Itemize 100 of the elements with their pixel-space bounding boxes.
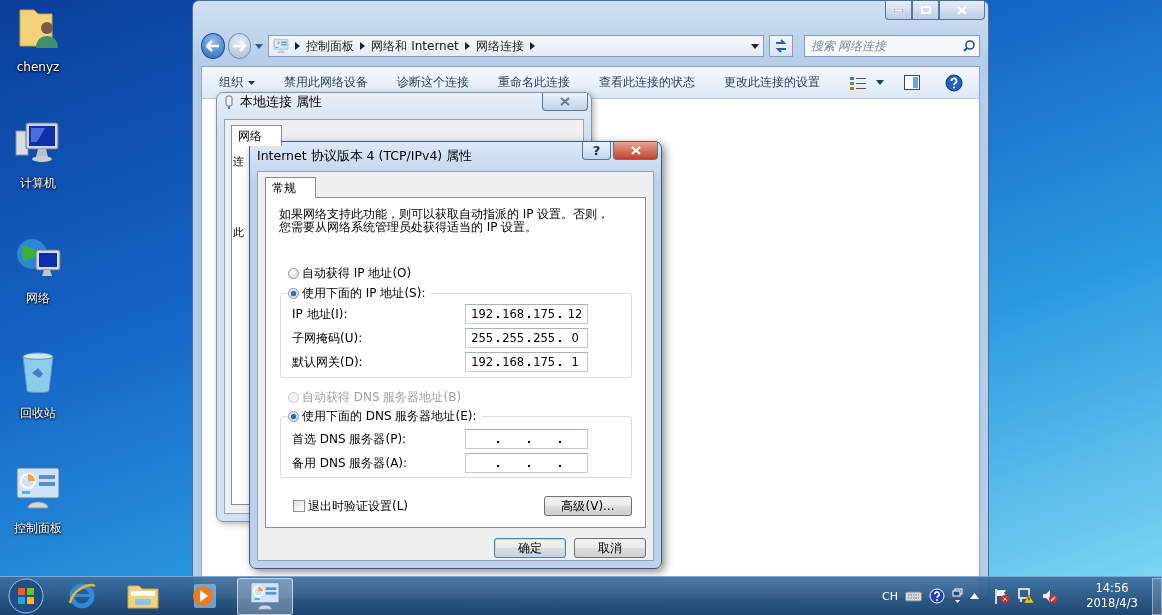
start-orb-icon (8, 578, 44, 614)
close-icon (559, 97, 571, 106)
close-button[interactable] (939, 1, 985, 20)
windows-stack-icon (952, 588, 963, 604)
flag-error-icon (994, 588, 1010, 604)
ip-address-field[interactable]: 255 255 255 0 (464, 328, 588, 348)
arrow-left-icon (205, 40, 220, 52)
caret-icon (876, 80, 884, 85)
label: 此 (233, 225, 244, 240)
language-indicator[interactable]: CH (882, 589, 898, 603)
desktop-icon-label[interactable]: 控制面板 (14, 520, 62, 537)
dialog-button[interactable]: 确定 (494, 538, 566, 558)
desktop-icon-label[interactable]: 网络 (26, 290, 50, 307)
search-field[interactable]: 搜索 网络连接 (804, 35, 980, 57)
preview-pane-button[interactable] (904, 75, 920, 90)
arrow-right-icon (232, 40, 247, 52)
clock-date: 2018/4/3 (1086, 596, 1138, 611)
checkbox-label: 退出时验证设置(L) (308, 497, 409, 515)
action-center-button[interactable] (994, 588, 1010, 604)
dialog-title: 本地连接 属性 (240, 94, 322, 111)
pane-icon (904, 75, 920, 90)
clock[interactable]: 14:56 2018/4/3 (1079, 581, 1145, 611)
caret-icon (751, 43, 760, 49)
toolbar-button[interactable]: 查看此连接的状态 (593, 70, 701, 95)
desktop-icon-label[interactable]: chenyz (16, 60, 60, 74)
advanced-button[interactable]: 高级(V)... (544, 496, 632, 516)
ip-address-field[interactable] (464, 453, 588, 473)
close-button[interactable] (613, 142, 658, 160)
field-label: 子网掩码(U): (292, 329, 364, 347)
toolbar-button[interactable]: 重命名此连接 (492, 70, 576, 95)
show-desktop-button[interactable] (1152, 577, 1162, 615)
help-icon (929, 588, 945, 604)
field-label: 默认网关(D): (292, 353, 364, 371)
chevron-icon (360, 42, 366, 50)
caret-icon (254, 43, 263, 49)
minimize-button[interactable] (885, 1, 912, 20)
tab[interactable]: 网络 (231, 125, 282, 146)
toolbar-button[interactable]: 组织 (213, 70, 261, 95)
network-status-button[interactable] (1017, 588, 1035, 604)
label: 连 (233, 154, 244, 169)
help-button[interactable]: ? (582, 142, 611, 160)
radio-label: 使用下面的 IP 地址(S): (302, 284, 426, 302)
browser-icon (67, 581, 97, 611)
speaker-muted-icon (1042, 588, 1058, 604)
field-label: 首选 DNS 服务器(P): (292, 430, 408, 448)
show-hidden-icons-button[interactable] (970, 593, 979, 599)
breadcrumb-item[interactable]: 网络连接 (475, 37, 524, 55)
chevron-icon (529, 42, 535, 50)
radio-button[interactable] (288, 267, 299, 279)
chevron-icon (295, 42, 301, 50)
dialog-title: Internet 协议版本 4 (TCP/IPv4) 属性 (257, 148, 473, 165)
toolbar-button[interactable]: 更改此连接的设置 (718, 70, 826, 95)
close-icon (957, 5, 967, 15)
search-icon (963, 40, 975, 52)
ip-address-field[interactable]: 192 168 175 1 (464, 352, 588, 372)
control-panel-icon (14, 464, 62, 512)
desktop-icon-label[interactable]: 计算机 (20, 175, 56, 192)
keyboard-icon (905, 590, 922, 602)
minimize-icon (894, 8, 903, 12)
dialog-button[interactable]: 取消 (574, 538, 646, 558)
volume-button[interactable] (1042, 588, 1058, 604)
maximize-icon (920, 6, 931, 14)
description-text: 如果网络支持此功能，则可以获取自动指派的 IP 设置。否则， (279, 208, 611, 221)
breadcrumb-item[interactable]: 控制面板 (306, 37, 355, 55)
network-warning-icon (1017, 588, 1035, 604)
view-options-button[interactable] (850, 75, 866, 90)
list-view-icon (850, 75, 866, 90)
refresh-button[interactable] (769, 35, 793, 57)
ip-address-field[interactable]: 192 168 175 12 (464, 304, 588, 324)
keyboard-button[interactable] (905, 590, 922, 602)
field-label: 备用 DNS 服务器(A): (292, 454, 409, 472)
description-text: 您需要从网络系统管理员处获得适当的 IP 设置。 (279, 221, 538, 234)
radio-button[interactable] (288, 410, 299, 422)
tab[interactable]: 常规 (265, 177, 316, 198)
help-button[interactable] (945, 73, 963, 92)
control-panel-icon (249, 580, 281, 612)
breadcrumb-item[interactable]: 网络和 Internet (371, 37, 459, 55)
control-panel-icon (273, 38, 290, 54)
clock-time: 14:56 (1095, 581, 1129, 596)
toolbar-button[interactable]: 禁用此网络设备 (278, 70, 374, 95)
radio-label: 自动获得 IP 地址(O) (302, 264, 412, 282)
window-switcher-button[interactable] (952, 588, 963, 604)
radio-button[interactable] (288, 287, 299, 299)
start-button[interactable] (6, 578, 46, 614)
network-cable-icon (224, 93, 234, 109)
ip-address-field[interactable] (464, 429, 588, 449)
close-button[interactable] (542, 93, 588, 111)
desktop-icon-label[interactable]: 回收站 (20, 405, 56, 422)
chevron-icon (464, 42, 470, 50)
toolbar-button[interactable]: 诊断这个连接 (391, 70, 475, 95)
back-button[interactable] (201, 33, 225, 59)
up-arrow-icon (970, 593, 979, 599)
radio-label: 自动获得 DNS 服务器地址(B) (302, 388, 462, 406)
view-dropdown-button[interactable] (876, 80, 884, 85)
help-icon (945, 73, 963, 92)
maximize-button[interactable] (912, 1, 939, 20)
address-bar[interactable]: 控制面板 网络和 Internet 网络连接 (268, 35, 765, 57)
checkbox[interactable] (293, 500, 305, 512)
close-icon (629, 146, 642, 155)
field-label: IP 地址(I): (292, 305, 349, 323)
